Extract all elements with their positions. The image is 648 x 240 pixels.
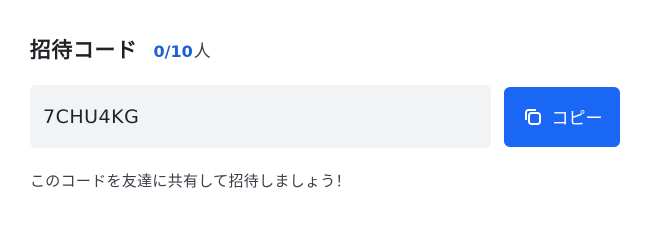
copy-icon: [522, 106, 544, 128]
invite-title: 招待コード: [30, 38, 138, 62]
copy-button[interactable]: コピー: [504, 86, 620, 147]
invite-header: 招待コード 0/10 人: [30, 34, 620, 68]
invite-count-unit: 人: [193, 42, 211, 62]
invite-code-panel: 招待コード 0/10 人 7CHU4KG コピー このコードを友達に共有して招待…: [30, 34, 620, 190]
invite-count-value: 0/10: [153, 42, 193, 61]
invite-code-field[interactable]: 7CHU4KG: [30, 85, 491, 148]
invite-code-row: 7CHU4KG コピー: [30, 85, 620, 148]
invite-hint: このコードを友達に共有して招待しましょう！: [30, 172, 351, 190]
copy-button-label: コピー: [551, 109, 603, 129]
invite-count: 0/10 人: [154, 37, 211, 62]
